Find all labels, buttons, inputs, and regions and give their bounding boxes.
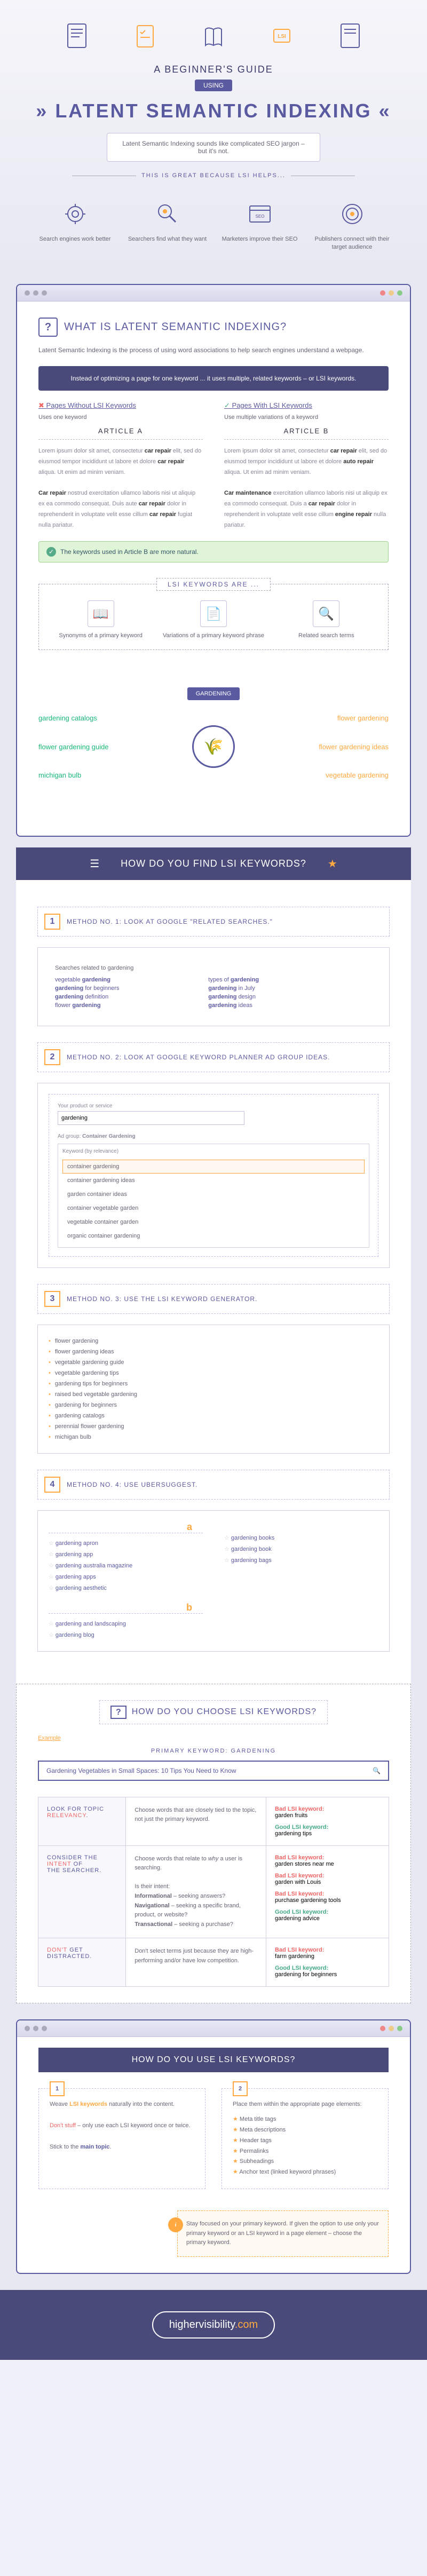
- choose-section: ?HOW DO YOU CHOOSE LSI KEYWORDS? Example…: [16, 1684, 411, 2003]
- choose-criteria-table: LOOK FOR TOPICRELEVANCY. Choose words th…: [38, 1797, 389, 1987]
- lsi-badge-icon: LSI: [268, 21, 295, 53]
- use-section: HOW DO YOU USE LSI KEYWORDS? 1 Weave LSI…: [16, 2019, 411, 2273]
- lsi-keywords-are-box: LSI KEYWORDS ARE ... 📖Synonyms of a prim…: [38, 584, 389, 650]
- planner-item[interactable]: vegetable container garden: [62, 1215, 365, 1229]
- svg-text:LSI: LSI: [278, 34, 286, 39]
- related-search-link[interactable]: gardening for beginners: [55, 985, 197, 992]
- tip-callout: Stay focused on your primary keyword. If…: [177, 2210, 389, 2257]
- planner-item[interactable]: organic container gardening: [62, 1229, 365, 1243]
- related-search-link[interactable]: gardening in July: [208, 985, 351, 992]
- related-searches-mock: Searches related to gardening vegetable …: [49, 958, 378, 1015]
- browser-chrome: [17, 285, 410, 302]
- compare-without-lsi: ✖ Pages Without LSI Keywords Uses one ke…: [38, 401, 203, 530]
- uber-item[interactable]: gardening blog: [49, 1629, 203, 1640]
- benefit-publishers: Publishers connect with their target aud…: [312, 198, 392, 252]
- keyword-planner-mock: Your product or service Ad group: Contai…: [49, 1094, 378, 1257]
- lsi-type-variations: 📄Variations of a primary keyword phrase: [162, 600, 264, 639]
- what-is-section: ? WHAT IS LATENT SEMANTIC INDEXING? Laten…: [16, 284, 411, 837]
- use-col-weave: 1 Weave LSI keywords naturally into the …: [38, 2088, 205, 2189]
- question-mark-icon: ?: [38, 318, 58, 337]
- uber-item[interactable]: gardening book: [224, 1543, 378, 1555]
- question-mark-icon: ?: [110, 1706, 126, 1719]
- example-label: Example: [38, 1735, 389, 1741]
- uber-item[interactable]: gardening apps: [49, 1571, 203, 1582]
- related-search-link[interactable]: flower gardening: [55, 1002, 197, 1009]
- uber-item[interactable]: gardening apron: [49, 1537, 203, 1549]
- window-seo-icon: SEO: [247, 201, 273, 227]
- footer: highervisibility.com: [0, 2290, 427, 2360]
- related-search-link[interactable]: types of gardening: [208, 977, 351, 983]
- uber-item[interactable]: gardening app: [49, 1549, 203, 1560]
- planner-item[interactable]: garden container ideas: [62, 1187, 365, 1201]
- planner-input[interactable]: [58, 1111, 244, 1125]
- document-small-icon: 📄: [200, 600, 227, 627]
- intro-callout: Latent Semantic Indexing sounds like com…: [107, 133, 320, 162]
- book-icon: [200, 21, 227, 53]
- uber-item[interactable]: gardening aesthetic: [49, 1582, 203, 1594]
- what-is-description: Latent Semantic Indexing is the process …: [38, 345, 389, 355]
- title-prefix: A BEGINNER'S GUIDE: [11, 64, 416, 75]
- lsi-generator-list: flower gardening flower gardening ideas …: [49, 1336, 378, 1442]
- methods-section: 1 METHOD NO. 1: LOOK AT GOOGLE "RELATED …: [16, 880, 411, 1684]
- related-search-link[interactable]: gardening ideas: [208, 1002, 351, 1009]
- uber-item[interactable]: gardening bags: [224, 1555, 378, 1566]
- primary-keyword-label: PRIMARY KEYWORD: GARDENING: [38, 1748, 389, 1754]
- search-small-icon: 🔍: [313, 600, 339, 627]
- title-main: » LATENT SEMANTIC INDEXING «: [11, 100, 416, 122]
- header: LSI A BEGINNER'S GUIDE USING » LATENT SE…: [0, 0, 427, 273]
- lsi-type-related: 🔍Related search terms: [275, 600, 377, 639]
- browser-chrome-2: [17, 2020, 410, 2037]
- lsi-type-synonyms: 📖Synonyms of a primary keyword: [50, 600, 152, 639]
- uber-item[interactable]: gardening and landscaping: [49, 1618, 203, 1629]
- header-decorative-icons: LSI: [11, 21, 416, 53]
- method-2-header: 2 METHOD NO. 2: LOOK AT GOOGLE KEYWORD P…: [37, 1042, 390, 1072]
- book-small-icon: 📖: [88, 600, 114, 627]
- search-icon: 🔍: [373, 1767, 381, 1774]
- find-section-header: ☰ HOW DO YOU FIND LSI KEYWORDS? ★: [16, 847, 411, 880]
- planner-item[interactable]: container vegetable garden: [62, 1201, 365, 1215]
- ubersuggest-mock: a gardening apron gardening app gardenin…: [49, 1521, 378, 1640]
- document-icon-2: [337, 21, 363, 53]
- article-a-text: Lorem ipsum dolor sit amet, consectetur …: [38, 446, 203, 530]
- article-b-text: Lorem ipsum dolor sit amet, consectetur …: [224, 446, 389, 530]
- hamburger-icon: ☰: [90, 857, 99, 870]
- planner-item[interactable]: container gardening ideas: [62, 1174, 365, 1187]
- target-icon: [339, 201, 366, 227]
- planner-item-selected[interactable]: container gardening: [62, 1160, 365, 1174]
- section-title-what-is: WHAT IS LATENT SEMANTIC INDEXING?: [64, 321, 287, 332]
- title-using-badge: USING: [195, 80, 232, 91]
- row-intent: CONSIDER THEINTENT OFTHE SEARCHER.: [38, 1845, 126, 1938]
- search-bar-mock[interactable]: Gardening Vegetables in Small Spaces: 10…: [38, 1761, 389, 1781]
- uber-item[interactable]: gardening australia magazine: [49, 1560, 203, 1571]
- document-icon: [64, 21, 90, 53]
- related-search-link[interactable]: gardening design: [208, 994, 351, 1000]
- benefit-marketers: SEO Marketers improve their SEO: [220, 198, 300, 252]
- gear-icon: [62, 201, 89, 227]
- related-search-link[interactable]: gardening definition: [55, 994, 197, 1000]
- method-1-header: 1 METHOD NO. 1: LOOK AT GOOGLE "RELATED …: [37, 907, 390, 937]
- method-3-header: 3 METHOD NO. 3: USE THE LSI KEYWORD GENE…: [37, 1284, 390, 1314]
- compare-with-lsi: ✓ Pages With LSI Keywords Use multiple v…: [224, 401, 389, 530]
- svg-text:SEO: SEO: [255, 214, 264, 219]
- related-search-link[interactable]: vegetable gardening: [55, 977, 197, 983]
- magnifier-icon: [154, 201, 181, 227]
- use-banner: HOW DO YOU USE LSI KEYWORDS?: [38, 2048, 389, 2072]
- instead-banner: Instead of optimizing a page for one key…: [38, 366, 389, 391]
- gardening-center-icon: 🌾: [192, 725, 235, 768]
- use-col-elements: 2 Place them within the appropriate page…: [222, 2088, 389, 2189]
- row-relevancy: LOOK FOR TOPICRELEVANCY.: [38, 1797, 126, 1845]
- benefit-searchers: Searchers find what they want: [128, 198, 208, 252]
- star-icon: ★: [328, 857, 337, 870]
- brand-logo[interactable]: highervisibility.com: [152, 2311, 275, 2339]
- checklist-icon: [132, 21, 159, 53]
- because-banner: THIS IS GREAT BECAUSE LSI HELPS...: [11, 172, 416, 179]
- gardening-diagram: GARDENING gardening catalogsflower garde…: [38, 666, 389, 804]
- uber-item[interactable]: gardening books: [224, 1532, 378, 1543]
- natural-keywords-note: The keywords used in Article B are more …: [38, 541, 389, 562]
- row-distracted: DON'T GETDISTRACTED.: [38, 1938, 126, 1987]
- method-4-header: 4 METHOD NO. 4: USE UBERSUGGEST.: [37, 1470, 390, 1500]
- benefit-search-engines: Search engines work better: [35, 198, 115, 252]
